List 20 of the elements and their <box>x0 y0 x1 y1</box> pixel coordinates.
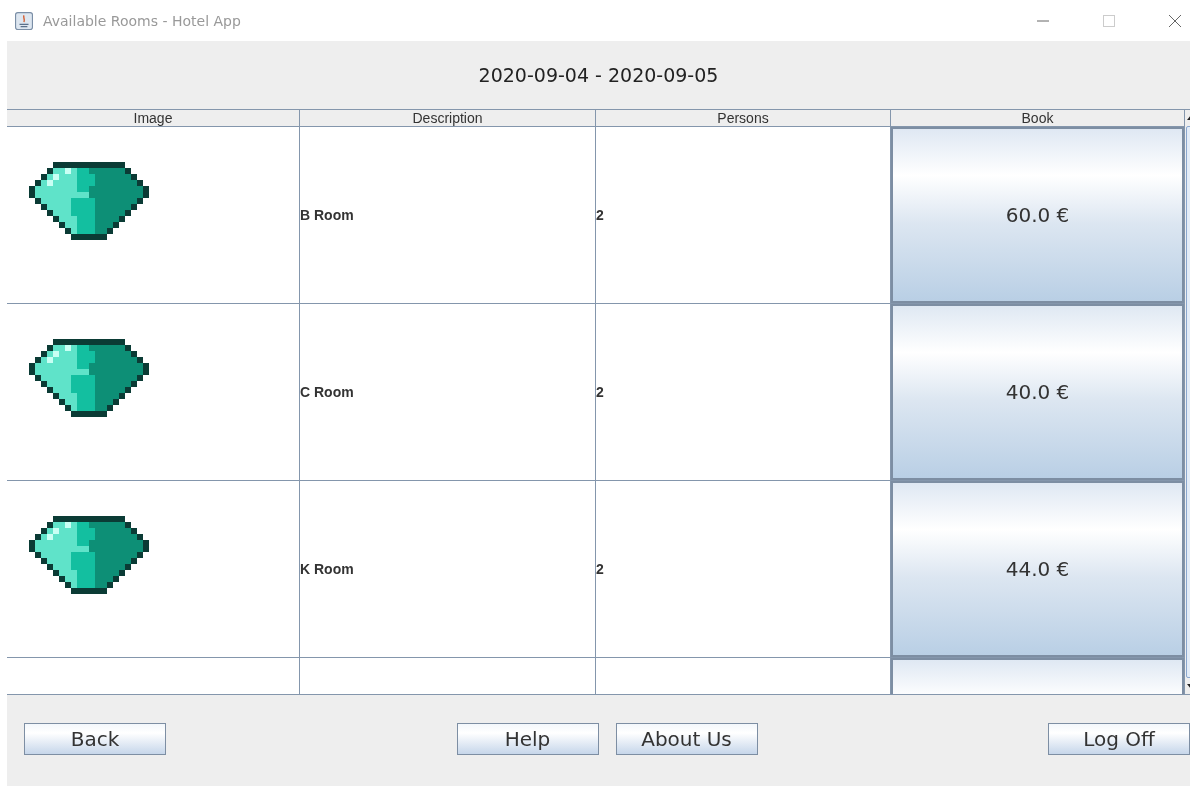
book-button[interactable]: 44.0 € <box>891 481 1184 657</box>
table-cell: 2 <box>596 207 604 223</box>
table-cell: C Room <box>300 384 354 400</box>
column-header[interactable]: Description <box>300 110 596 126</box>
nav-button[interactable]: Help <box>456 722 599 755</box>
close-icon[interactable] <box>1168 13 1182 28</box>
app-icon <box>15 11 33 30</box>
nav-button[interactable]: About Us <box>615 722 758 755</box>
nav-button[interactable]: Log Off <box>1048 722 1190 755</box>
book-button[interactable]: 60.0 € <box>891 127 1184 303</box>
column-header[interactable]: Persons <box>596 110 891 126</box>
table-cell: B Room <box>300 207 354 223</box>
table-cell: 2 <box>596 561 604 577</box>
column-header[interactable]: Image <box>7 110 300 126</box>
book-button[interactable]: 40.0 € <box>891 304 1184 480</box>
window-title: Available Rooms - Hotel App <box>43 12 241 29</box>
date-range: 2020-09-04 - 2020-09-05 <box>478 64 719 86</box>
table-cell: K Room <box>300 561 354 577</box>
table-cell: 2 <box>596 384 604 400</box>
nav-button[interactable]: Back <box>24 722 166 755</box>
